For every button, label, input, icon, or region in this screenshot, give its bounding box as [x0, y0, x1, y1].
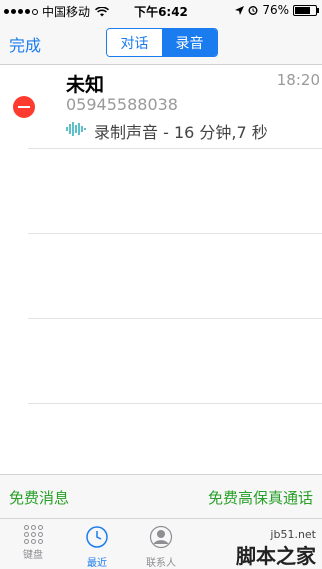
- tab-keypad[interactable]: 键盘: [8, 525, 58, 561]
- free-call-button[interactable]: 免费高保真通话: [208, 487, 313, 508]
- contact-name: 未知: [66, 74, 105, 96]
- free-message-button[interactable]: 免费消息: [9, 487, 69, 508]
- status-bar: 中国移动 下午6:42 76%: [0, 0, 322, 20]
- recording-time: 18:20: [276, 71, 320, 89]
- status-right: 76%: [235, 3, 319, 17]
- battery-icon: [293, 4, 319, 16]
- waveform-icon: [66, 122, 86, 136]
- keypad-icon: [8, 525, 58, 544]
- phone-number: 05945588038: [66, 95, 178, 114]
- action-bar: 免费消息 免费高保真通话: [0, 474, 322, 519]
- segmented-control: 对话 录音: [106, 28, 218, 57]
- row-divider: [28, 148, 322, 149]
- recording-description: 录制声音 - 16 分钟,7 秒: [94, 123, 268, 142]
- alarm-icon: [248, 6, 258, 15]
- clock-icon: [86, 526, 108, 548]
- row-divider: [28, 233, 322, 234]
- done-button[interactable]: 完成: [9, 32, 41, 56]
- nav-bar: 完成 对话 录音: [0, 20, 322, 65]
- contact-icon: [149, 525, 173, 549]
- tab-recents[interactable]: 最近: [72, 525, 122, 569]
- tab-recents-label: 最近: [87, 558, 107, 569]
- tab-contacts[interactable]: 联系人: [136, 525, 186, 569]
- segment-conversation[interactable]: 对话: [107, 29, 162, 56]
- delete-icon[interactable]: [13, 96, 35, 118]
- battery-percent: 76%: [262, 3, 289, 17]
- watermark-name: 脚本之家: [236, 544, 316, 568]
- tab-contacts-label: 联系人: [146, 558, 176, 569]
- row-divider: [28, 403, 322, 404]
- tab-keypad-label: 键盘: [23, 550, 43, 561]
- segment-recording[interactable]: 录音: [162, 29, 217, 56]
- location-icon: [235, 5, 245, 15]
- row-divider: [28, 318, 322, 319]
